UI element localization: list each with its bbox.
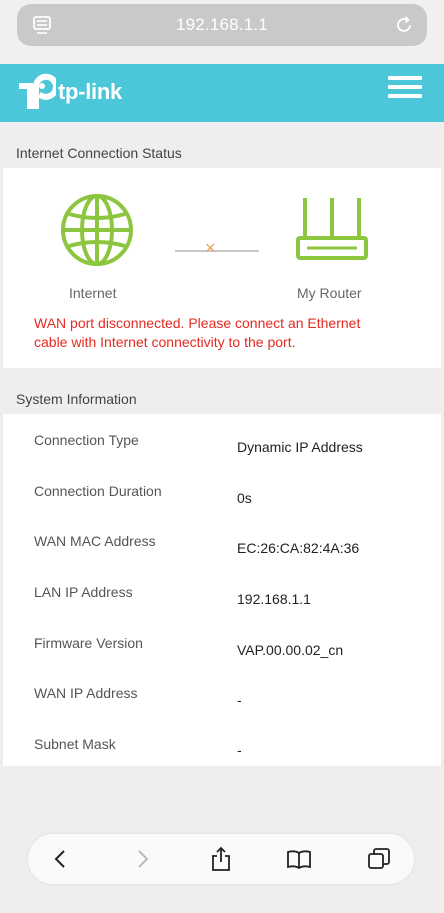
info-value: 0s	[237, 490, 252, 506]
info-row-subnet-mask: Subnet Mask -	[3, 720, 441, 770]
app-header: tp-link	[0, 64, 444, 122]
info-label: Firmware Version	[34, 635, 143, 651]
hamburger-menu-icon[interactable]	[388, 76, 422, 102]
address-url[interactable]: 192.168.1.1	[17, 15, 427, 35]
browser-chrome: 192.168.1.1	[0, 0, 444, 64]
info-row-connection-duration: Connection Duration 0s	[3, 465, 441, 515]
info-row-connection-type: Connection Type Dynamic IP Address	[3, 414, 441, 464]
section-title-system-information: System Information	[16, 391, 137, 407]
bookmarks-icon[interactable]	[286, 846, 312, 872]
forward-icon[interactable]	[129, 846, 155, 872]
system-information-card: Connection Type Dynamic IP Address Conne…	[3, 414, 441, 766]
share-icon[interactable]	[208, 846, 234, 872]
tp-link-logo-icon	[19, 73, 56, 109]
info-label: Connection Type	[34, 432, 139, 448]
info-label: Subnet Mask	[34, 736, 116, 752]
info-label: LAN IP Address	[34, 584, 133, 600]
info-value: 192.168.1.1	[237, 591, 311, 607]
reload-icon[interactable]	[393, 14, 415, 36]
info-label: WAN IP Address	[34, 685, 138, 701]
info-value: EC:26:CA:82:4A:36	[237, 540, 360, 556]
info-value: -	[237, 742, 242, 758]
info-row-wan-mac-address: WAN MAC Address EC:26:CA:82:4A:36	[3, 516, 441, 566]
tp-link-logo[interactable]: tp-link	[16, 72, 122, 112]
info-row-wan-ip-address: WAN IP Address -	[3, 669, 441, 719]
connection-line	[175, 250, 259, 252]
connection-status-card: × Internet My Router WAN port disconnect…	[3, 168, 441, 368]
tabs-icon[interactable]	[366, 846, 392, 872]
back-icon[interactable]	[48, 846, 74, 872]
section-title-connection-status: Internet Connection Status	[16, 145, 182, 161]
address-bar[interactable]: 192.168.1.1	[17, 4, 427, 46]
globe-icon	[61, 194, 133, 266]
info-row-firmware-version: Firmware Version VAP.00.00.02_cn	[3, 618, 441, 668]
wan-warning-message: WAN port disconnected. Please connect an…	[34, 315, 361, 350]
router-icon	[296, 198, 368, 260]
info-value: -	[237, 692, 242, 708]
internet-label: Internet	[69, 285, 117, 301]
info-label: Connection Duration	[34, 483, 162, 499]
disconnected-x-icon: ×	[205, 238, 216, 258]
browser-toolbar	[28, 834, 414, 884]
info-value: Dynamic IP Address	[237, 439, 363, 455]
info-row-lan-ip-address: LAN IP Address 192.168.1.1	[3, 567, 441, 617]
brand-name: tp-link	[58, 79, 122, 104]
info-value: VAP.00.00.02_cn	[237, 642, 344, 658]
info-label: WAN MAC Address	[34, 533, 156, 549]
router-label: My Router	[297, 285, 362, 301]
